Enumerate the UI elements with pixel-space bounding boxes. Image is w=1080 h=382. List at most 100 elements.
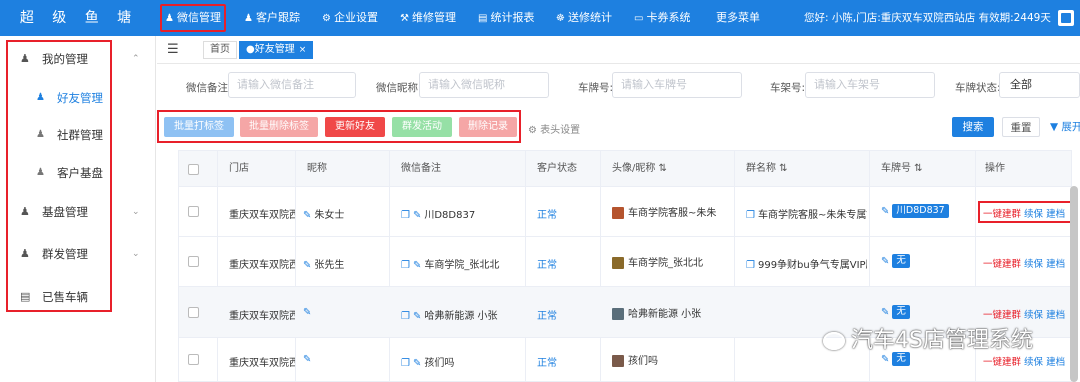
settings-icon: ⚙	[322, 13, 331, 24]
menu-toggle-icon[interactable]: ☰	[167, 42, 179, 57]
header-group-name[interactable]: 群名称 ⇅	[746, 151, 866, 187]
row-checkbox[interactable]	[188, 256, 199, 267]
edit-icon[interactable]: ✎	[881, 354, 889, 365]
nav-more-menu[interactable]: 更多菜单	[716, 0, 760, 36]
sidebar-item-base-management[interactable]: ♟ 基盘管理 ⌄	[0, 202, 156, 222]
avatar	[612, 207, 624, 219]
tab-strip: ☰ 首页 ●好友管理 ×	[157, 36, 1080, 64]
chevron-up-icon: ⌃	[132, 54, 140, 64]
app-window: 超 级 鱼 塘 ♟ 微信管理 ♟ 客户跟踪 ⚙ 企业设置 ⚒ 维修管理 ▤ 统计报表 ☸ 送…	[0, 0, 1080, 382]
vertical-scrollbar[interactable]	[1070, 186, 1078, 382]
nav-customer-follow[interactable]: ♟ 客户跟踪	[244, 0, 300, 36]
nav-enterprise-settings[interactable]: ⚙ 企业设置	[322, 0, 378, 36]
edit-icon[interactable]: ✎	[303, 307, 311, 318]
wechat-note-input[interactable]: 请输入微信备注	[228, 72, 356, 98]
sidebar-item-my-management[interactable]: ♟ 我的管理 ⌃	[0, 49, 156, 69]
batch-delete-tag-button[interactable]: 批量删除标签	[240, 117, 318, 137]
copy-icon[interactable]: ❐	[401, 358, 410, 369]
filter-label-plate-status: 车牌状态:	[955, 82, 1001, 94]
car-sold-icon: ▤	[20, 290, 31, 303]
edit-icon[interactable]: ✎	[413, 260, 421, 271]
create-record-link[interactable]: 建档	[1046, 357, 1065, 368]
edit-icon[interactable]: ✎	[413, 311, 421, 322]
cell-store: 重庆双车双院西站	[229, 260, 295, 271]
base-icon: ♟	[20, 205, 30, 218]
reset-button[interactable]: 重置	[1002, 117, 1040, 137]
cell-nickname: ✎	[303, 354, 387, 365]
header-operations: 操作	[985, 163, 1005, 174]
expand-button[interactable]: ▼ 展开	[1050, 117, 1080, 137]
cell-nickname: ✎ 张先生	[303, 260, 345, 271]
renew-insurance-link[interactable]: 续保	[1024, 310, 1043, 321]
cell-status: 正常	[537, 311, 557, 322]
row-checkbox[interactable]	[188, 307, 199, 318]
one-click-group-link[interactable]: 一键建群	[983, 209, 1021, 220]
header-store: 门店	[229, 163, 249, 174]
top-nav-bar: 超 级 鱼 塘 ♟ 微信管理 ♟ 客户跟踪 ⚙ 企业设置 ⚒ 维修管理 ▤ 统计报表 ☸ 送…	[0, 0, 1080, 36]
search-button[interactable]: 搜索	[952, 117, 994, 137]
select-all-checkbox[interactable]	[188, 164, 199, 175]
sidebar-item-friends-management[interactable]: ♟ 好友管理	[0, 88, 156, 108]
wechat-nick-input[interactable]: 请输入微信昵称	[419, 72, 549, 98]
renew-insurance-link[interactable]: 续保	[1024, 259, 1043, 270]
create-record-link[interactable]: 建档	[1046, 259, 1065, 270]
plate-status-select[interactable]: 全部	[999, 72, 1080, 98]
header-nickname: 昵称	[307, 163, 327, 174]
avatar	[612, 355, 624, 367]
row-checkbox[interactable]	[188, 206, 199, 217]
header-avatar-nickname[interactable]: 头像/昵称 ⇅	[612, 151, 732, 187]
nav-statistics-report[interactable]: ▤ 统计报表	[478, 0, 534, 36]
batch-tag-button[interactable]: 批量打标签	[164, 117, 234, 137]
sidebar: ♟ 我的管理 ⌃ ♟ 好友管理 ♟ 社群管理 ♟ 客户基盘 ♟ 基盘管理 ⌄ ♟…	[0, 36, 156, 382]
cell-status: 正常	[537, 210, 557, 221]
cell-operations: 一键建群 续保 建档	[983, 354, 1071, 368]
car-icon: ☸	[556, 13, 565, 24]
close-icon[interactable]: ×	[299, 45, 307, 55]
update-friends-button[interactable]: 更新好友	[325, 117, 385, 137]
edit-icon[interactable]: ✎	[413, 210, 421, 221]
edit-icon[interactable]: ✎	[303, 260, 311, 271]
copy-icon[interactable]: ❐	[401, 311, 410, 322]
create-record-link[interactable]: 建档	[1046, 310, 1065, 321]
cell-store: 重庆双车双院西站	[229, 358, 295, 369]
nav-coupon-system[interactable]: ▭ 卡券系统	[634, 0, 690, 36]
plate-tag: 川D8D837	[892, 204, 949, 218]
copy-icon[interactable]: ❐	[401, 260, 410, 271]
nav-repair-statistics[interactable]: ☸ 送修统计	[556, 0, 612, 36]
renew-insurance-link[interactable]: 续保	[1024, 357, 1043, 368]
one-click-group-link[interactable]: 一键建群	[983, 357, 1021, 368]
filter-label-frame: 车架号:	[770, 82, 806, 94]
frame-input[interactable]: 请输入车架号	[805, 72, 935, 98]
renew-insurance-link[interactable]: 续保	[1024, 209, 1043, 220]
nav-repair-management[interactable]: ⚒ 维修管理	[400, 0, 456, 36]
row-checkbox[interactable]	[188, 354, 199, 365]
sidebar-item-broadcast-management[interactable]: ♟ 群发管理 ⌄	[0, 244, 156, 264]
sidebar-item-community-management[interactable]: ♟ 社群管理	[0, 125, 156, 145]
edit-icon[interactable]: ✎	[881, 307, 889, 318]
edit-icon[interactable]: ✎	[303, 354, 311, 365]
customer-icon: ♟	[36, 167, 45, 178]
delete-records-button[interactable]: 删除记录	[459, 117, 517, 137]
one-click-group-link[interactable]: 一键建群	[983, 259, 1021, 270]
sidebar-item-sold-vehicles[interactable]: ▤ 已售车辆	[0, 287, 156, 307]
one-click-group-link[interactable]: 一键建群	[983, 310, 1021, 321]
copy-icon[interactable]: ❐	[746, 210, 755, 221]
create-record-link[interactable]: 建档	[1046, 209, 1065, 220]
edit-icon[interactable]: ✎	[881, 256, 889, 267]
copy-icon[interactable]: ❐	[746, 260, 755, 271]
sidebar-item-customer-base[interactable]: ♟ 客户基盘	[0, 163, 156, 183]
group-activity-button[interactable]: 群发活动	[392, 117, 452, 137]
copy-icon[interactable]: ❐	[401, 210, 410, 221]
nav-wechat-management[interactable]: ♟ 微信管理	[160, 4, 226, 32]
app-icon[interactable]	[1058, 10, 1074, 26]
plate-input[interactable]: 请输入车牌号	[612, 72, 742, 98]
edit-icon[interactable]: ✎	[303, 210, 311, 221]
user-info: 您好: 小陈,门店:重庆双车双院西站店 有效期:2449天	[804, 12, 1051, 24]
chevron-down-icon: ⌄	[132, 249, 140, 259]
header-plate[interactable]: 车牌号 ⇅	[881, 151, 971, 187]
tab-home[interactable]: 首页	[203, 41, 237, 59]
edit-icon[interactable]: ✎	[413, 358, 421, 369]
edit-icon[interactable]: ✎	[881, 206, 889, 217]
tab-friends-management[interactable]: ●好友管理 ×	[239, 41, 314, 59]
column-settings-link[interactable]: ⚙ 表头设置	[528, 121, 580, 136]
